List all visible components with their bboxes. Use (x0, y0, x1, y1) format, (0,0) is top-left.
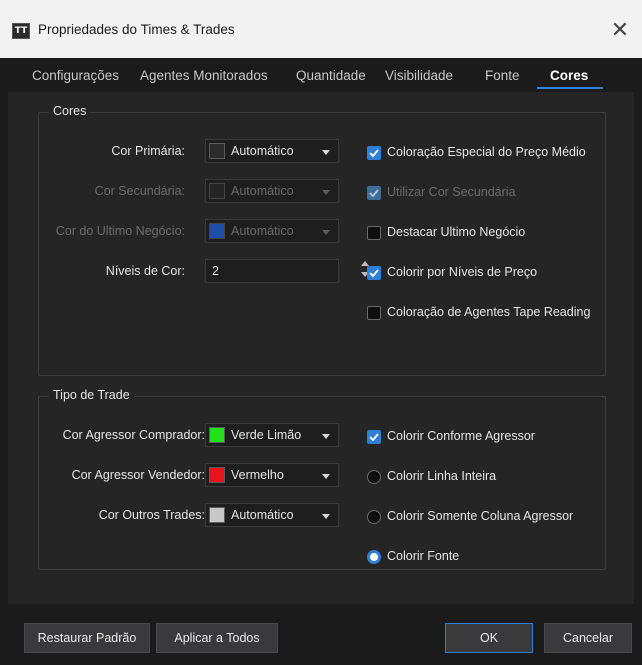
tab-agentes-monitorados[interactable]: Agentes Monitorados (140, 68, 268, 83)
checkbox-unchecked-icon (367, 226, 381, 240)
last-trade-color-label: Cor do Ultimo Negócio: (55, 224, 185, 238)
last-trade-color-select[interactable]: Automático (205, 219, 339, 243)
close-icon[interactable]: ✕ (606, 17, 634, 45)
other-trades-color-value: Automático (231, 508, 294, 522)
chevron-down-icon (322, 150, 330, 155)
buyer-color-value: Verde Limão (231, 428, 302, 442)
buyer-color-label: Cor Agressor Comprador: (62, 428, 205, 442)
apply-to-all-button[interactable]: Aplicar a Todos (156, 623, 278, 653)
buyer-color-swatch (209, 427, 225, 443)
checkbox-checked-icon (367, 186, 381, 200)
check-use-secondary-label: Utilizar Cor Secundária (387, 185, 516, 199)
color-levels-stepper[interactable]: 2 (205, 259, 339, 283)
seller-color-select[interactable]: Vermelho (205, 463, 339, 487)
primary-color-value: Automático (231, 144, 294, 158)
primary-color-label: Cor Primária: (111, 144, 185, 158)
ok-button[interactable]: OK (445, 623, 533, 653)
radio-unselected-icon (367, 470, 381, 484)
seller-color-label: Cor Agressor Vendedor: (71, 468, 205, 482)
chevron-down-icon (322, 190, 330, 195)
tab-content-panel: Cores Cor Primária: Automático Cor Secun… (8, 92, 634, 604)
secondary-color-select[interactable]: Automático (205, 179, 339, 203)
cores-group: Cores Cor Primária: Automático Cor Secun… (38, 104, 606, 376)
chevron-down-icon (322, 514, 330, 519)
check-color-price-levels-label: Colorir por Níveis de Preço (387, 265, 538, 279)
tab-cores[interactable]: Cores (550, 68, 588, 83)
active-tab-indicator (537, 87, 603, 89)
other-trades-color-swatch (209, 507, 225, 523)
color-levels-label: Níveis de Cor: (105, 264, 185, 278)
seller-color-swatch (209, 467, 225, 483)
cancel-button[interactable]: Cancelar (544, 623, 632, 653)
cores-group-title: Cores (49, 104, 91, 118)
app-icon: TT (12, 23, 30, 39)
check-highlight-last-trade-label: Destacar Ultimo Negócio (387, 225, 526, 239)
radio-unselected-icon (367, 510, 381, 524)
trade-type-group-title: Tipo de Trade (49, 388, 134, 402)
radio-color-aggressor-column-label: Colorir Somente Coluna Agressor (387, 509, 574, 523)
radio-selected-icon (367, 550, 381, 564)
primary-color-swatch (209, 143, 225, 159)
restore-defaults-button[interactable]: Restaurar Padrão (24, 623, 150, 653)
secondary-color-label: Cor Secundária: (94, 184, 185, 198)
last-trade-color-swatch (209, 223, 225, 239)
check-special-avg-price-label: Coloração Especial do Preço Médio (387, 145, 586, 159)
tab-quantidade[interactable]: Quantidade (296, 68, 366, 83)
check-tape-reading-agents-label: Coloração de Agentes Tape Reading (387, 305, 591, 319)
window-title: Propriedades do Times & Trades (38, 22, 235, 37)
primary-color-select[interactable]: Automático (205, 139, 339, 163)
checkbox-unchecked-icon (367, 306, 381, 320)
secondary-color-swatch (209, 183, 225, 199)
tab-visibilidade[interactable]: Visibilidade (385, 68, 453, 83)
title-bar: TT Propriedades do Times & Trades ✕ (0, 0, 642, 58)
chevron-down-icon (322, 230, 330, 235)
checkbox-checked-icon (367, 266, 381, 280)
color-levels-value: 2 (212, 264, 219, 278)
tab-configuracoes[interactable]: Configurações (32, 68, 119, 83)
secondary-color-value: Automático (231, 184, 294, 198)
chevron-down-icon (322, 434, 330, 439)
checkbox-checked-icon (367, 146, 381, 160)
checkbox-checked-icon (367, 430, 381, 444)
buyer-color-select[interactable]: Verde Limão (205, 423, 339, 447)
trade-type-group: Tipo de Trade Cor Agressor Comprador: Ve… (38, 388, 606, 570)
radio-color-font-label: Colorir Fonte (387, 549, 460, 563)
chevron-down-icon (322, 474, 330, 479)
last-trade-color-value: Automático (231, 224, 294, 238)
seller-color-value: Vermelho (231, 468, 284, 482)
radio-color-whole-line-label: Colorir Linha Inteira (387, 469, 497, 483)
other-trades-color-select[interactable]: Automático (205, 503, 339, 527)
other-trades-color-label: Cor Outros Trades: (98, 508, 205, 522)
tab-fonte[interactable]: Fonte (485, 68, 520, 83)
check-color-by-aggressor-label: Colorir Conforme Agressor (387, 429, 535, 443)
